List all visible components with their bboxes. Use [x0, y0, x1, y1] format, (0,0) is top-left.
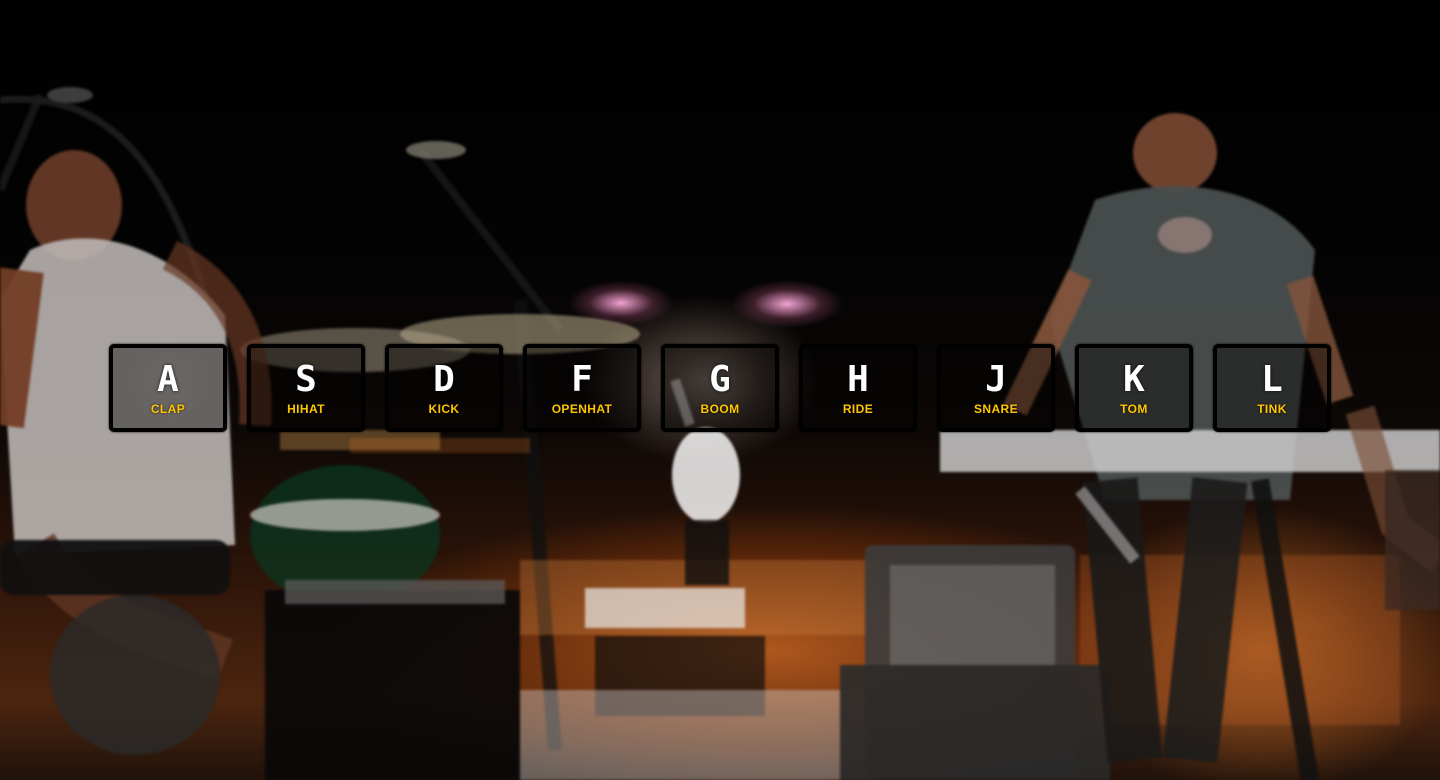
key-s-sound: hihat [287, 402, 325, 416]
key-l[interactable]: L tink [1213, 344, 1331, 432]
key-a[interactable]: A clap [109, 344, 227, 432]
key-s-letter: S [295, 359, 317, 400]
concert-background: A clap S hihat D kick F openhat G boom H… [0, 0, 1440, 780]
key-f[interactable]: F openhat [523, 344, 641, 432]
key-l-letter: L [1261, 359, 1283, 400]
key-k[interactable]: K tom [1075, 344, 1193, 432]
key-h-letter: H [847, 359, 869, 400]
key-h-sound: ride [842, 402, 874, 416]
key-k-sound: tom [1120, 402, 1148, 416]
key-j[interactable]: J snare [937, 344, 1055, 432]
key-g-letter: G [709, 359, 731, 400]
key-f-letter: F [571, 359, 593, 400]
key-d-letter: D [433, 359, 455, 400]
key-a-sound: clap [150, 402, 186, 416]
key-d[interactable]: D kick [385, 344, 503, 432]
drum-key-row: A clap S hihat D kick F openhat G boom H… [109, 344, 1331, 432]
key-g-sound: boom [700, 402, 740, 416]
key-f-sound: openhat [551, 402, 613, 416]
key-a-letter: A [157, 359, 179, 400]
key-h[interactable]: H ride [799, 344, 917, 432]
key-j-letter: J [985, 359, 1007, 400]
key-k-letter: K [1123, 359, 1145, 400]
key-g[interactable]: G boom [661, 344, 779, 432]
key-d-sound: kick [428, 402, 460, 416]
key-s[interactable]: S hihat [247, 344, 365, 432]
key-j-sound: snare [973, 402, 1018, 416]
key-l-sound: tink [1257, 402, 1287, 416]
